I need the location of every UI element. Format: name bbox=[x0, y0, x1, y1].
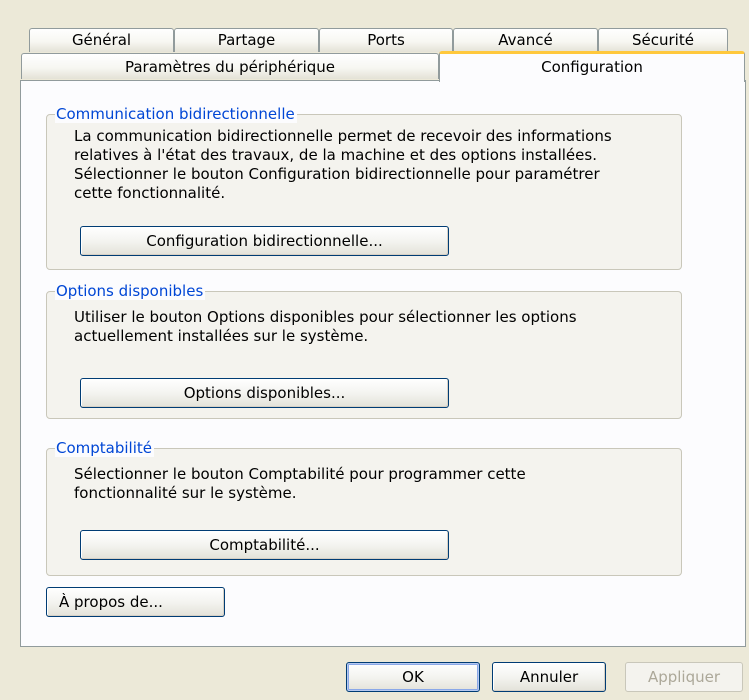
available-options-group: Options disponibles Utiliser le bouton O… bbox=[46, 282, 682, 419]
accounting-button[interactable]: Comptabilité... bbox=[80, 530, 449, 560]
available-options-button[interactable]: Options disponibles... bbox=[80, 378, 449, 408]
printer-properties-dialog: Général Partage Ports Avancé Sécurité Pa… bbox=[0, 0, 749, 700]
accounting-description: Sélectionner le bouton Comptabilité pour… bbox=[74, 465, 526, 502]
apply-button[interactable]: Appliquer bbox=[625, 662, 743, 692]
cancel-button[interactable]: Annuler bbox=[492, 662, 606, 692]
tab-general[interactable]: Général bbox=[29, 28, 174, 52]
bidirectional-config-button[interactable]: Configuration bidirectionnelle... bbox=[80, 226, 449, 256]
accounting-group-title: Comptabilité bbox=[55, 439, 154, 457]
available-options-group-title: Options disponibles bbox=[55, 282, 206, 300]
bidirectional-group-title: Communication bidirectionnelle bbox=[55, 105, 297, 123]
bidirectional-group: Communication bidirectionnelle La commun… bbox=[46, 105, 682, 270]
tab-configuration[interactable]: Configuration bbox=[439, 51, 745, 82]
tab-avance[interactable]: Avancé bbox=[453, 28, 598, 52]
tab-ports[interactable]: Ports bbox=[319, 28, 453, 52]
tab-partage[interactable]: Partage bbox=[174, 28, 319, 52]
bidirectional-description: La communication bidirectionnelle permet… bbox=[74, 127, 612, 202]
accounting-group: Comptabilité Sélectionner le bouton Comp… bbox=[46, 439, 682, 576]
tab-parametres-peripherique[interactable]: Paramètres du périphérique bbox=[21, 53, 439, 79]
tab-securite[interactable]: Sécurité bbox=[598, 28, 728, 52]
ok-button[interactable]: OK bbox=[346, 662, 480, 692]
configuration-page: Communication bidirectionnelle La commun… bbox=[20, 80, 746, 647]
available-options-description: Utiliser le bouton Options disponibles p… bbox=[74, 308, 577, 345]
about-button[interactable]: À propos de... bbox=[46, 587, 225, 617]
